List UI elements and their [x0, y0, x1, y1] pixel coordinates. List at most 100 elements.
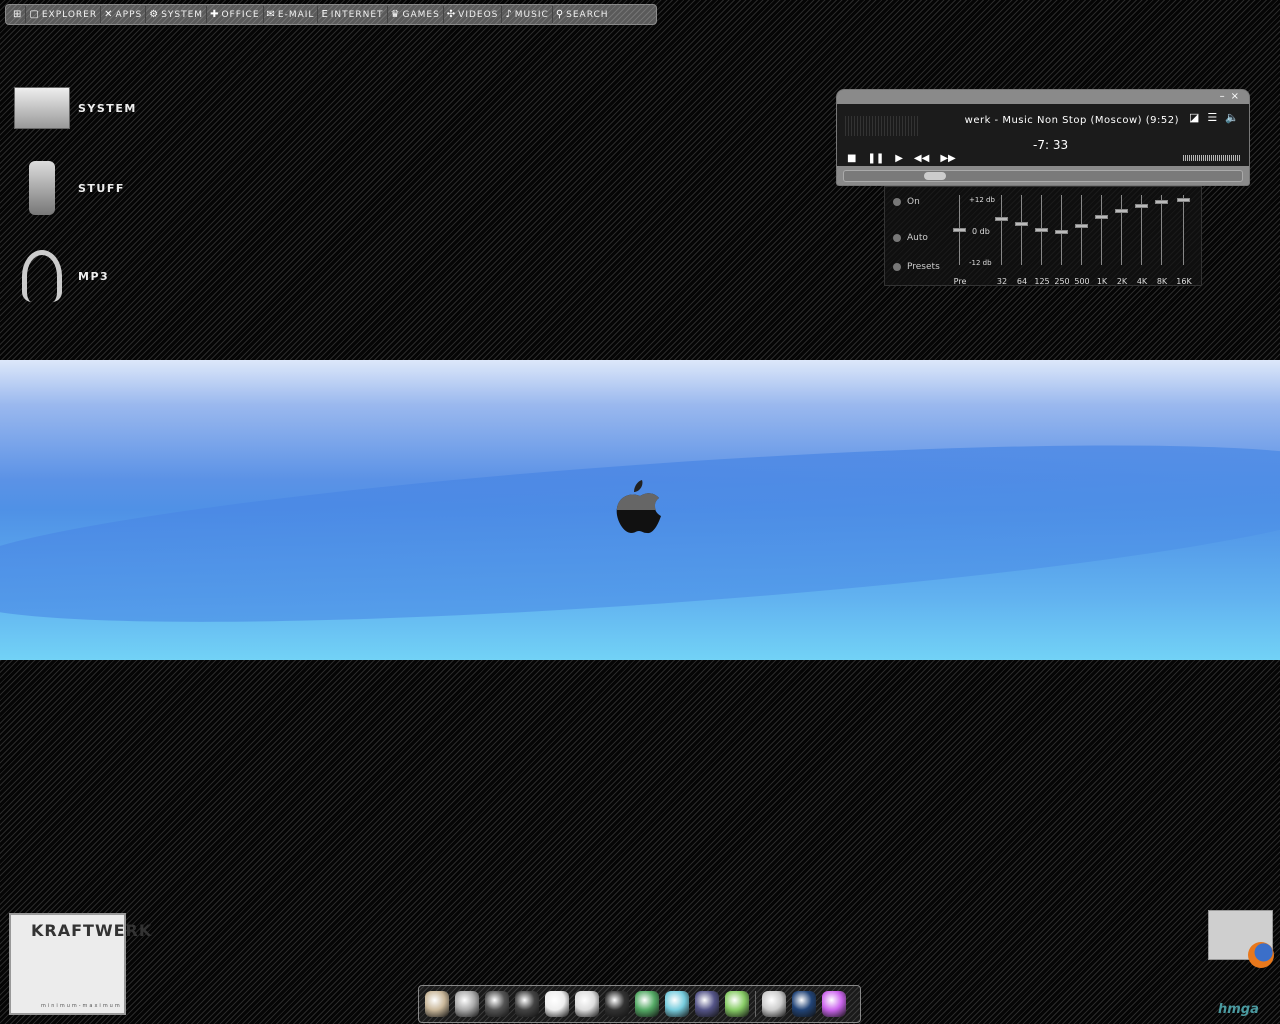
eq-band-4k: 4K	[1133, 195, 1151, 286]
seek-knob[interactable]	[924, 172, 946, 180]
presets-radio[interactable]	[893, 263, 901, 271]
menu-item-videos[interactable]: ✣ Videos	[444, 6, 503, 23]
menu-item-internet[interactable]: e Internet	[318, 6, 388, 23]
eq-slider-2k[interactable]	[1115, 209, 1128, 214]
menu-item-search[interactable]: ⚲ Search	[553, 6, 612, 23]
menu-item-start[interactable]: ⊞	[10, 6, 27, 23]
playlist-icon[interactable]: ☰	[1207, 111, 1217, 124]
miniplayer-icon[interactable]: ◪	[1189, 111, 1199, 124]
close-button[interactable]: ×	[1231, 91, 1239, 102]
eq-band-250: 250	[1053, 195, 1071, 286]
dock-potion-icon[interactable]	[822, 991, 846, 1017]
play-button[interactable]: ▶	[895, 153, 903, 164]
volume-slider[interactable]	[1183, 155, 1241, 161]
on-radio[interactable]	[893, 198, 901, 206]
minimize-button[interactable]: –	[1220, 91, 1225, 102]
dock-photo-booth-icon[interactable]	[635, 991, 659, 1017]
pause-button[interactable]: ❚❚	[867, 153, 884, 164]
eq-track	[1121, 195, 1122, 265]
eq-track	[1161, 195, 1162, 265]
eq-slider-500[interactable]	[1075, 223, 1088, 228]
auto-label: Auto	[907, 233, 928, 243]
previous-button[interactable]: ◀◀	[914, 153, 929, 164]
menu-item-office[interactable]: ✚ Office	[207, 6, 264, 23]
eq-band-64: 64	[1013, 195, 1031, 286]
camera-icon	[12, 161, 72, 215]
seek-bar[interactable]	[843, 170, 1243, 182]
eq-band-500: 500	[1073, 195, 1091, 286]
eq-slider-pre[interactable]	[953, 228, 966, 232]
volume-icon[interactable]: 🔈	[1225, 111, 1239, 124]
desktop-icon-mp3[interactable]: MP3	[12, 250, 110, 302]
dock-id-card-icon[interactable]	[575, 991, 599, 1017]
puzzle-icon: ✚	[210, 9, 220, 20]
auto-radio[interactable]	[893, 234, 901, 242]
menu-item-label: Apps	[115, 9, 143, 20]
dock-separator	[755, 991, 756, 1017]
menu-item-label: Games	[402, 9, 440, 20]
dock-x11-icon[interactable]	[515, 991, 539, 1017]
headphones-icon	[12, 250, 72, 302]
menu-item-label: Search	[566, 9, 609, 20]
eq-band-2k: 2K	[1113, 195, 1131, 286]
menu-item-apps[interactable]: ✕ Apps	[101, 6, 147, 23]
stop-button[interactable]: ■	[847, 153, 856, 164]
ie-icon: e	[321, 9, 329, 20]
equalizer-panel: On Auto Presets +12 db 0 db -12 db Pre 32…	[884, 186, 1202, 286]
eq-track	[1001, 195, 1002, 265]
eq-slider-16k[interactable]	[1177, 198, 1190, 203]
dock-server-icon[interactable]	[762, 991, 786, 1017]
dock-quicktime-icon[interactable]	[792, 991, 816, 1017]
note-icon: ♪	[505, 9, 513, 20]
window-icon: ▢	[29, 9, 40, 20]
desktop-icon-label: MP3	[78, 269, 110, 283]
eq-band-32: 32	[993, 195, 1011, 286]
eq-slider-1k[interactable]	[1095, 214, 1108, 219]
chess-icon: ♛	[390, 9, 401, 20]
eq-track	[1183, 195, 1184, 265]
menu-item-e-mail[interactable]: ✉ E-mail	[264, 6, 319, 23]
dock-disk-utility-icon[interactable]	[485, 991, 509, 1017]
firefox-icon[interactable]	[1248, 942, 1274, 968]
eq-band-label: Pre	[953, 277, 967, 286]
menu-item-label: Explorer	[41, 9, 98, 20]
desktop-icon-label: System	[78, 101, 137, 115]
windows-icon: ⊞	[13, 9, 23, 20]
eq-band-125: 125	[1033, 195, 1051, 286]
dock-files-icon[interactable]	[425, 991, 449, 1017]
album-cover-widget[interactable]: KRAFTWERK minimum-maximum	[9, 913, 151, 1015]
desktop-icon-stuff[interactable]: Stuff	[12, 161, 125, 215]
computer-icon	[12, 84, 72, 132]
dock-ipod-icon[interactable]	[545, 991, 569, 1017]
gears-icon: ⚙	[149, 9, 160, 20]
dock-itunes-icon[interactable]	[725, 991, 749, 1017]
menu-item-games[interactable]: ♛ Games	[388, 6, 444, 23]
menu-item-system[interactable]: ⚙ System	[146, 6, 208, 23]
dock-x-icon[interactable]	[665, 991, 689, 1017]
menu-item-explorer[interactable]: ▢ Explorer	[26, 6, 102, 23]
dock-hard-drive-icon[interactable]	[455, 991, 479, 1017]
eq-slider-8k[interactable]	[1155, 199, 1168, 204]
menu-item-music[interactable]: ♪ Music	[502, 6, 553, 23]
eq-slider-125[interactable]	[1035, 228, 1048, 232]
eq-band-pre: Pre	[951, 195, 969, 286]
dock-podcast-icon[interactable]	[695, 991, 719, 1017]
eq-track	[1021, 195, 1022, 265]
dock-camera-icon[interactable]	[605, 991, 629, 1017]
eq-slider-250[interactable]	[1055, 229, 1068, 234]
menu-item-label: E-mail	[277, 9, 315, 20]
eq-slider-32[interactable]	[995, 217, 1008, 222]
menu-item-label: Internet	[330, 9, 384, 20]
eq-slider-64[interactable]	[1015, 221, 1028, 226]
envelope-icon: ✉	[266, 9, 276, 20]
dock	[418, 985, 861, 1023]
top-menu-bar: ⊞ ▢ Explorer ✕ Apps ⚙ System ✚ Office ✉ E-mail e Int…	[5, 4, 657, 25]
eq-slider-4k[interactable]	[1135, 203, 1148, 208]
next-button[interactable]: ▶▶	[940, 153, 955, 164]
eq-band-label: 16K	[1176, 277, 1192, 286]
desktop-icon-system[interactable]: System	[12, 84, 137, 132]
eq-track	[1101, 195, 1102, 265]
db-zero-label: 0 db	[972, 227, 990, 236]
music-player: – × werk - Music Non Stop (Moscow) (9:52)…	[836, 89, 1250, 186]
menu-item-label: System	[161, 9, 204, 20]
